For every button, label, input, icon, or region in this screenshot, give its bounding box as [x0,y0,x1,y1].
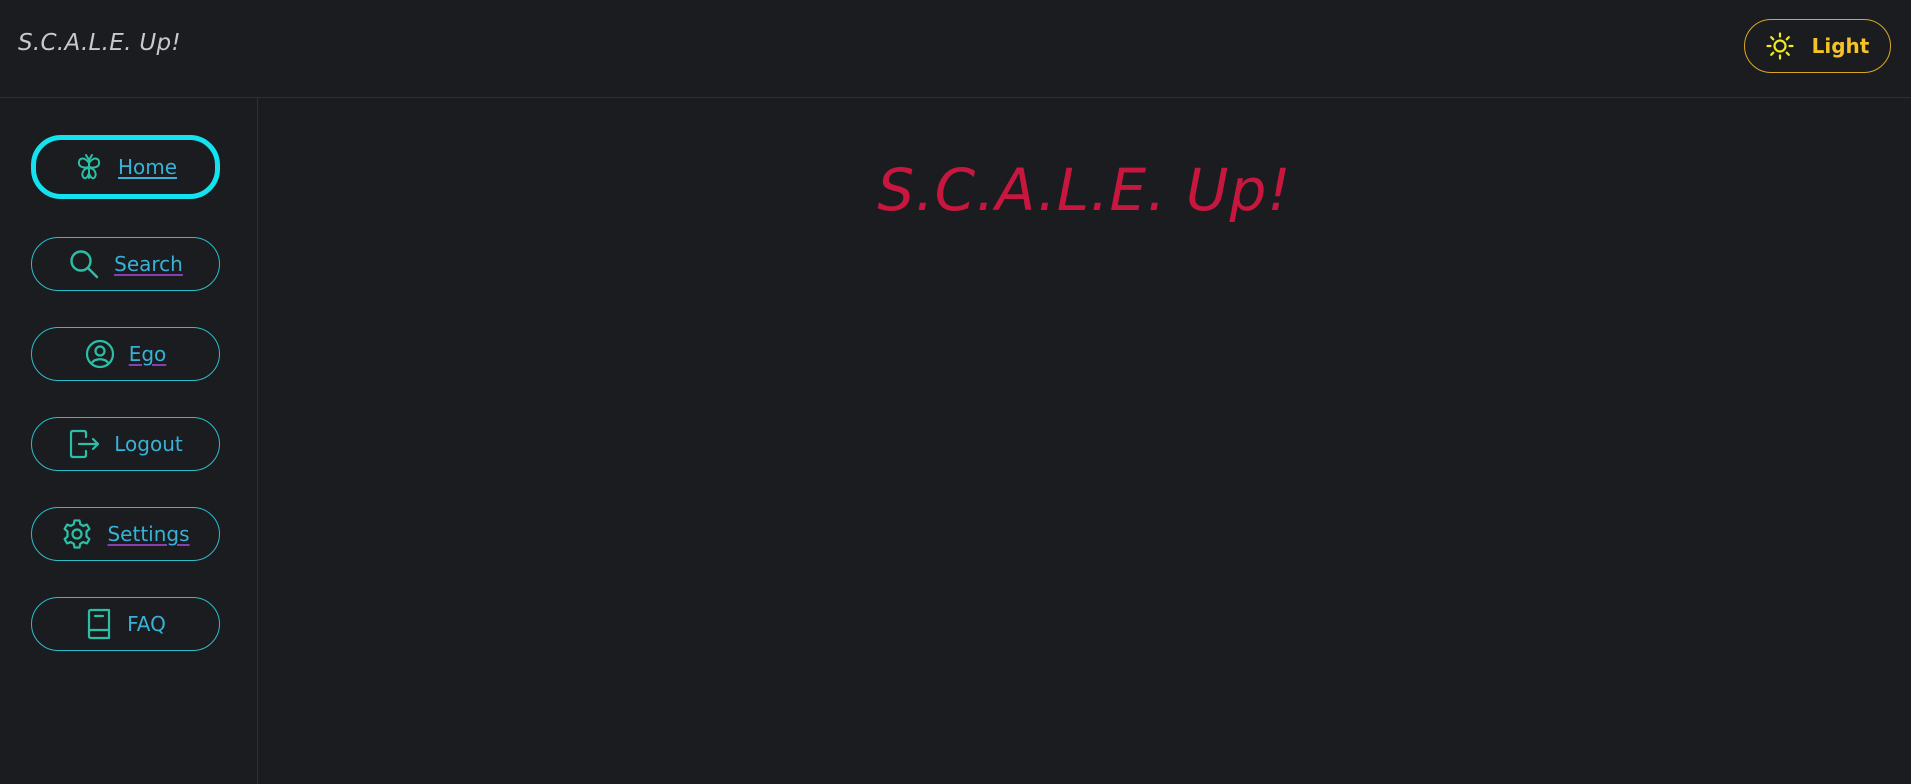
top-bar: S.C.A.L.E. Up! Light [0,0,1911,98]
gear-icon [61,518,93,550]
sidebar-item-home[interactable]: Home [31,135,220,199]
page-title: S.C.A.L.E. Up! [877,156,1292,224]
sun-icon [1766,32,1794,60]
sidebar-item-label: Logout [114,432,183,456]
sidebar-item-label: Search [114,252,183,276]
sidebar-item-label: FAQ [127,612,166,636]
sidebar-item-search[interactable]: Search [31,237,220,291]
sidebar-item-logout[interactable]: Logout [31,417,220,471]
search-icon [68,248,100,280]
theme-toggle-label: Light [1811,34,1870,58]
butterfly-icon [74,152,104,182]
sidebar: Home Search Ego Logout Settings FAQ [0,98,258,784]
logout-icon [68,429,100,459]
book-icon [85,608,113,640]
sidebar-item-ego[interactable]: Ego [31,327,220,381]
sidebar-item-label: Settings [107,522,190,546]
sidebar-item-label: Ego [128,342,167,366]
theme-toggle-button[interactable]: Light [1744,19,1891,73]
brand-title[interactable]: S.C.A.L.E. Up! [18,30,181,56]
sidebar-item-faq[interactable]: FAQ [31,597,220,651]
sidebar-item-label: Home [117,155,178,179]
sidebar-item-settings[interactable]: Settings [31,507,220,561]
user-circle-icon [85,339,115,369]
